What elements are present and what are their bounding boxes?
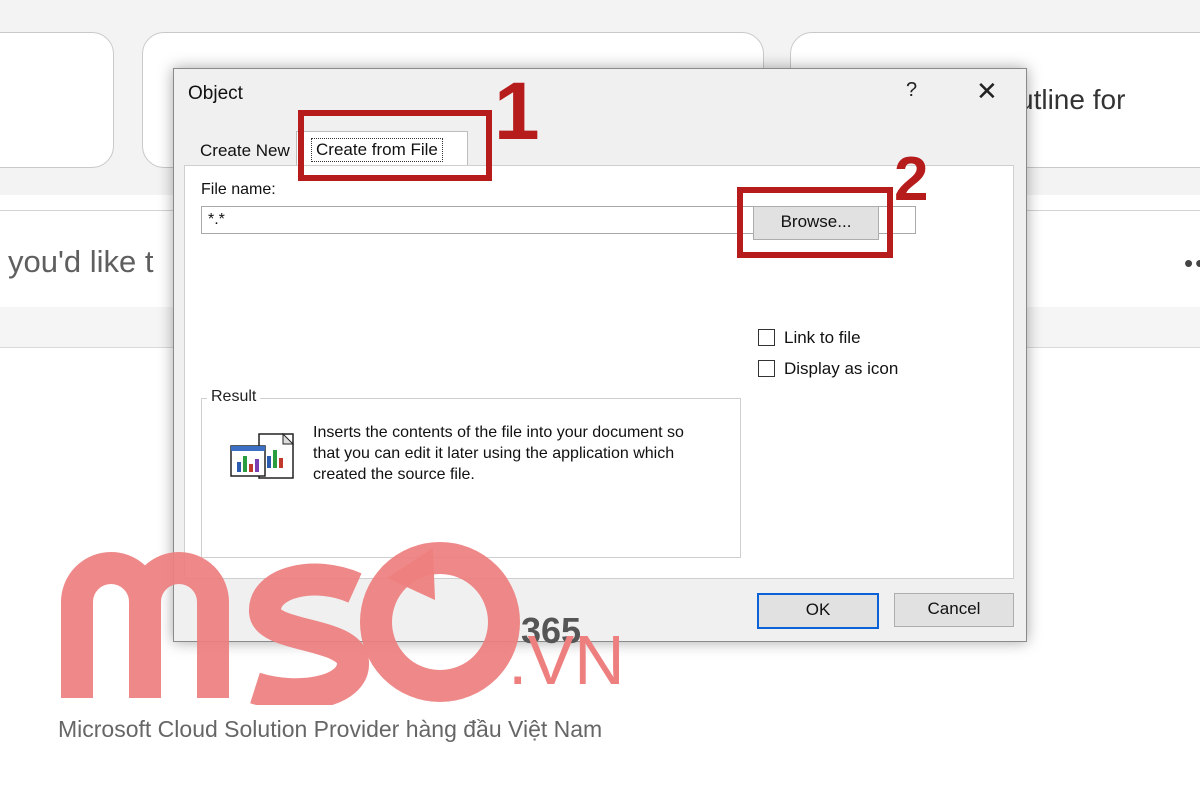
result-description: Inserts the contents of the file into yo… [313,424,684,483]
background-card-text: utline for [1018,84,1126,115]
step-number-2: 2 [894,145,929,214]
mso-logo [61,542,520,705]
ok-button[interactable]: OK [757,593,879,629]
link-to-file-checkbox[interactable] [758,329,775,346]
display-as-icon-label[interactable]: Display as icon [784,359,898,379]
dialog-title: Object [188,83,243,104]
file-name-label: File name: [201,181,276,198]
watermark-tagline: Microsoft Cloud Solution Provider hàng đ… [58,716,603,742]
help-button[interactable]: ? [906,79,917,102]
close-button[interactable]: ✕ [976,76,998,107]
step-number-1: 1 [494,66,540,157]
background-card-left [0,32,114,168]
background-prompt-text: you'd like t [8,244,154,279]
highlight-browse [737,187,893,258]
mso-logo-suffix: .VN [508,621,625,699]
tab-create-new[interactable]: Create New [196,139,294,167]
highlight-create-from-file [298,110,492,181]
link-to-file-label[interactable]: Link to file [784,328,861,348]
more-options-icon: •• [1184,248,1200,278]
display-as-icon-checkbox[interactable] [758,360,775,377]
cancel-button[interactable]: Cancel [894,593,1014,627]
result-label: Result [207,388,261,406]
object-file-icon [229,432,309,488]
